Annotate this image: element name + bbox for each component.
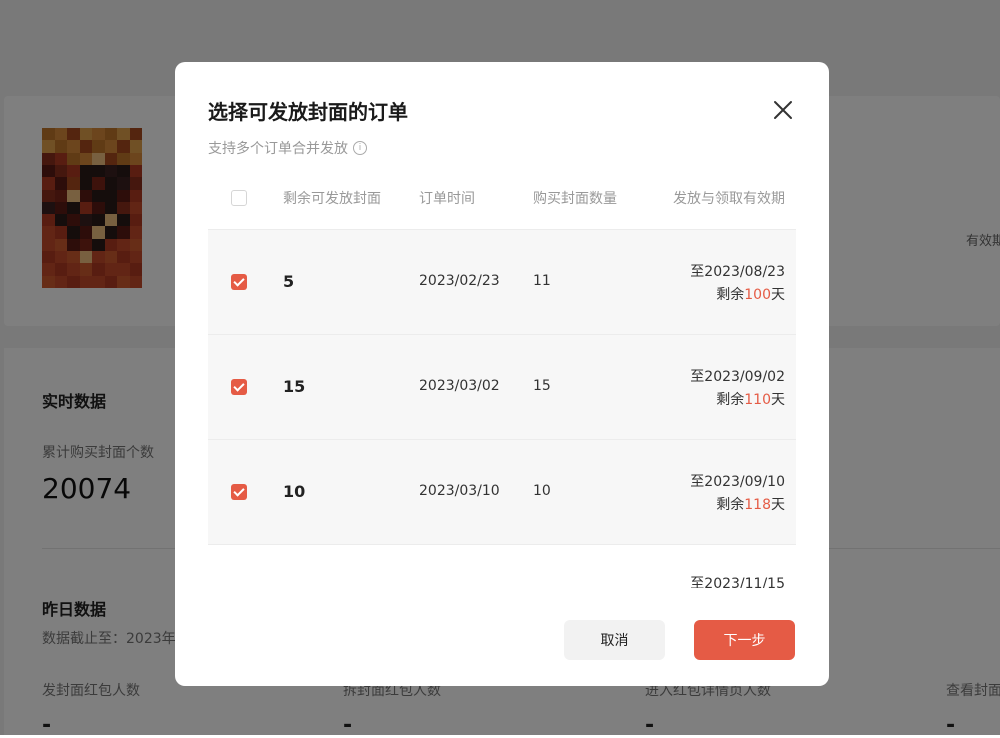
order-date: 2023/03/02 (419, 378, 500, 394)
close-button[interactable] (771, 98, 795, 122)
days-left-number: 100 (744, 287, 771, 303)
select-order-dialog: 选择可发放封面的订单 支持多个订单合并发放 i 剩余可发放封面 订单时间 购买封… (175, 62, 829, 686)
days-left-number: 110 (744, 392, 771, 408)
dialog-subtitle: 支持多个订单合并发放 i (208, 138, 367, 158)
purchase-quantity: 15 (533, 378, 551, 394)
info-icon[interactable]: i (353, 141, 367, 155)
dialog-title: 选择可发放封面的订单 (208, 100, 408, 124)
days-left-number: 118 (744, 497, 771, 513)
table-row[interactable]: 5 2023/02/23 11 至2023/08/23 剩余100天 (208, 229, 796, 334)
order-date: 2023/02/23 (419, 273, 500, 289)
remaining-covers: 10 (283, 482, 306, 501)
orders-table[interactable]: 剩余可发放封面 订单时间 购买封面数量 发放与领取有效期 5 2023/02/2… (208, 174, 796, 588)
row-checkbox[interactable] (231, 484, 247, 500)
days-left: 剩余110天 (716, 392, 785, 408)
remaining-covers: 5 (283, 272, 295, 291)
table-row[interactable]: 至2023/11/15 (208, 544, 796, 588)
purchase-quantity: 10 (533, 483, 551, 499)
order-date: 2023/03/10 (419, 483, 500, 499)
column-header: 剩余可发放封面 (283, 191, 381, 207)
days-left: 剩余118天 (716, 497, 785, 513)
row-checkbox[interactable] (231, 274, 247, 290)
remaining-covers: 15 (283, 377, 306, 396)
select-all-checkbox[interactable] (231, 190, 247, 206)
valid-until: 至2023/09/10 (690, 474, 785, 490)
table-header: 剩余可发放封面 订单时间 购买封面数量 发放与领取有效期 (208, 174, 796, 229)
valid-until: 至2023/11/15 (690, 576, 785, 588)
table-row[interactable]: 15 2023/03/02 15 至2023/09/02 剩余110天 (208, 334, 796, 439)
validity-period: 至2023/09/02 剩余110天 (690, 366, 785, 412)
validity-period: 至2023/09/10 剩余118天 (690, 471, 785, 517)
valid-until: 至2023/09/02 (690, 369, 785, 385)
valid-until: 至2023/08/23 (690, 264, 785, 280)
validity-period: 至2023/08/23 剩余100天 (690, 261, 785, 307)
column-header: 发放与领取有效期 (673, 191, 785, 207)
cancel-button[interactable]: 取消 (564, 620, 665, 660)
purchase-quantity: 11 (533, 273, 551, 289)
next-step-button[interactable]: 下一步 (694, 620, 795, 660)
column-header: 订单时间 (419, 191, 475, 207)
close-icon (774, 101, 792, 119)
validity-period: 至2023/11/15 (690, 573, 785, 588)
subtitle-text: 支持多个订单合并发放 (208, 141, 348, 157)
table-row[interactable]: 10 2023/03/10 10 至2023/09/10 剩余118天 (208, 439, 796, 544)
column-header: 购买封面数量 (533, 191, 617, 207)
row-checkbox[interactable] (231, 379, 247, 395)
days-left: 剩余100天 (716, 287, 785, 303)
